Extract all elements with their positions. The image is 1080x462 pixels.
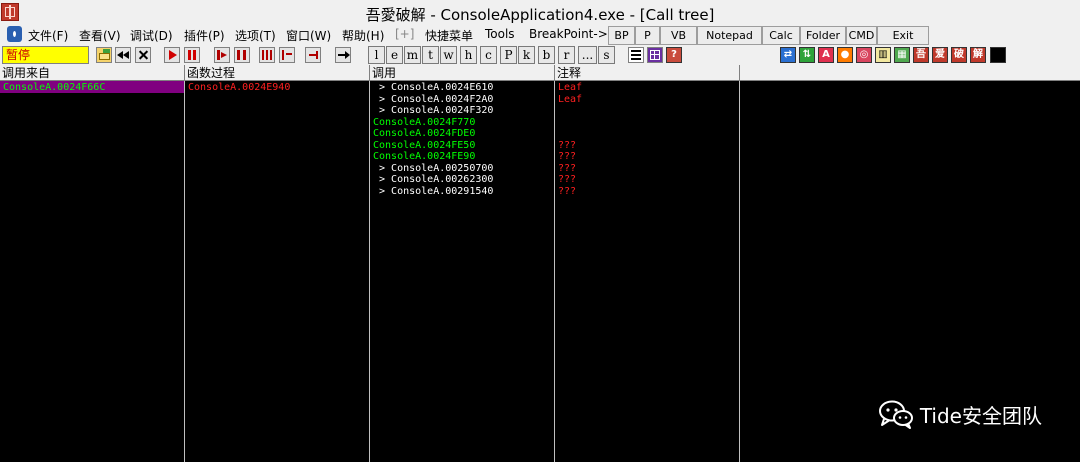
- trace-into-icon[interactable]: [259, 47, 275, 63]
- calculator-icon[interactable]: ▦: [894, 47, 910, 63]
- cpu-window-button[interactable]: c: [480, 46, 497, 64]
- open-file-icon[interactable]: [96, 47, 112, 63]
- menu-shortcuts[interactable]: 快捷菜单: [425, 27, 473, 44]
- trace-over-icon[interactable]: [279, 47, 295, 63]
- call-entry[interactable]: ConsoleA.0024FE90: [373, 151, 475, 163]
- call-entry[interactable]: ConsoleA.0024FE50: [373, 140, 475, 152]
- quick-vb-button[interactable]: VB: [660, 26, 697, 45]
- step-into-icon[interactable]: [214, 47, 230, 63]
- menu-file[interactable]: 文件(F): [28, 27, 68, 44]
- call-entry[interactable]: > ConsoleA.0024F2A0: [373, 94, 493, 106]
- menu-plugins[interactable]: 插件(P): [184, 27, 225, 44]
- call-entry[interactable]: > ConsoleA.00250700: [373, 163, 493, 175]
- quick-p-button[interactable]: P: [635, 26, 660, 45]
- column-divider: [739, 81, 740, 462]
- column-divider: [369, 81, 370, 462]
- font-a-icon[interactable]: A: [818, 47, 834, 63]
- menu-expand[interactable]: [+]: [395, 27, 414, 41]
- help-icon[interactable]: ?: [666, 47, 682, 63]
- handles-window-button[interactable]: h: [460, 46, 477, 64]
- grid-icon[interactable]: [647, 47, 663, 63]
- windows-window-button[interactable]: w: [440, 46, 457, 64]
- call-stack-window-button[interactable]: k: [518, 46, 535, 64]
- comment-cell: ???: [558, 139, 577, 151]
- call-entry[interactable]: ConsoleA.0024F770: [373, 117, 475, 129]
- window-title: 吾愛破解 - ConsoleApplication4.exe - [Call t…: [365, 6, 715, 24]
- custom-icon-ai[interactable]: 爱: [932, 47, 948, 63]
- record-icon[interactable]: ●: [837, 47, 853, 63]
- close-icon[interactable]: [135, 47, 151, 63]
- memory-window-button[interactable]: m: [404, 46, 421, 64]
- patches-window-button[interactable]: P: [500, 46, 517, 64]
- quick-folder-button[interactable]: Folder: [800, 26, 846, 45]
- title-bar: 吾愛破解 - ConsoleApplication4.exe - [Call t…: [0, 0, 1080, 25]
- modules-window-button[interactable]: e: [386, 46, 403, 64]
- chart-icon[interactable]: ▥: [875, 47, 891, 63]
- log-window-button[interactable]: l: [368, 46, 385, 64]
- quick-exit-button[interactable]: Exit: [877, 26, 929, 45]
- called-from-cell[interactable]: ConsoleA.0024F66C: [3, 82, 105, 94]
- call-entry[interactable]: > ConsoleA.00262300: [373, 174, 493, 186]
- menu-tools[interactable]: Tools: [485, 27, 515, 41]
- refresh-icon[interactable]: ⇄: [780, 47, 796, 63]
- menu-view[interactable]: 查看(V): [79, 27, 121, 44]
- step-over-icon[interactable]: [234, 47, 250, 63]
- call-entry[interactable]: > ConsoleA.0024E610: [373, 82, 493, 94]
- status-badge: 暂停: [2, 46, 89, 64]
- run-icon[interactable]: [164, 47, 180, 63]
- list-icon[interactable]: [628, 47, 644, 63]
- toolbar: 暂停 l e m t w h c P k b r ... s ? ⇄ ⇅ A ●…: [0, 45, 1080, 65]
- column-procedure[interactable]: 函数过程: [185, 65, 370, 81]
- comment-cell: ???: [558, 174, 577, 185]
- custom-icon-jie[interactable]: 解: [970, 47, 986, 63]
- column-calls[interactable]: 调用: [370, 65, 555, 81]
- call-entry[interactable]: ConsoleA.0024FDE0: [373, 128, 475, 140]
- pause-icon[interactable]: [184, 47, 200, 63]
- run-trace-window-button[interactable]: ...: [578, 46, 597, 64]
- execute-till-return-icon[interactable]: [305, 47, 321, 63]
- menu-options[interactable]: 选项(T): [235, 27, 276, 44]
- breakpoints-window-button[interactable]: b: [538, 46, 555, 64]
- quick-notepad-button[interactable]: Notepad: [697, 26, 762, 45]
- target-icon[interactable]: ◎: [856, 47, 872, 63]
- wechat-logo-icon: [878, 400, 913, 429]
- black-square-icon[interactable]: [990, 47, 1006, 63]
- column-divider: [554, 81, 555, 462]
- menu-window[interactable]: 窗口(W): [286, 27, 331, 44]
- comment-cell: ???: [558, 185, 577, 197]
- system-menu-icon[interactable]: [7, 26, 22, 42]
- custom-icon-wu[interactable]: 吾: [913, 47, 929, 63]
- column-called-from[interactable]: 调用来自: [0, 65, 185, 81]
- call-entry[interactable]: > ConsoleA.00291540: [373, 186, 493, 198]
- menu-help[interactable]: 帮助(H): [342, 27, 384, 44]
- quick-cmd-button[interactable]: CMD: [846, 26, 877, 45]
- comment-cell: Leaf: [558, 82, 583, 93]
- procedure-cell[interactable]: ConsoleA.0024E940: [188, 82, 290, 94]
- column-divider: [184, 81, 185, 462]
- threads-window-button[interactable]: t: [422, 46, 439, 64]
- watermark: Tide安全团队: [878, 398, 1042, 430]
- menu-breakpoint[interactable]: BreakPoint->: [529, 27, 608, 41]
- watermark-text: Tide安全团队: [919, 403, 1042, 428]
- column-comment[interactable]: 注释: [555, 65, 740, 81]
- comment-cell: ???: [558, 151, 577, 162]
- comment-cell: Leaf: [558, 93, 583, 105]
- quick-bp-button[interactable]: BP: [608, 26, 635, 45]
- restart-icon[interactable]: [115, 47, 131, 63]
- go-to-icon[interactable]: [335, 47, 351, 63]
- call-entry[interactable]: > ConsoleA.0024F320: [373, 105, 493, 117]
- column-header-bar: 调用来自 函数过程 调用 注释: [0, 65, 1080, 81]
- menu-bar: 文件(F) 查看(V) 调试(D) 插件(P) 选项(T) 窗口(W) 帮助(H…: [0, 25, 1080, 45]
- comment-cell: ???: [558, 162, 577, 174]
- sort-icon[interactable]: ⇅: [799, 47, 815, 63]
- custom-icon-po[interactable]: 破: [951, 47, 967, 63]
- references-window-button[interactable]: r: [558, 46, 575, 64]
- menu-debug[interactable]: 调试(D): [130, 27, 173, 44]
- source-window-button[interactable]: s: [598, 46, 615, 64]
- quick-calc-button[interactable]: Calc: [762, 26, 800, 45]
